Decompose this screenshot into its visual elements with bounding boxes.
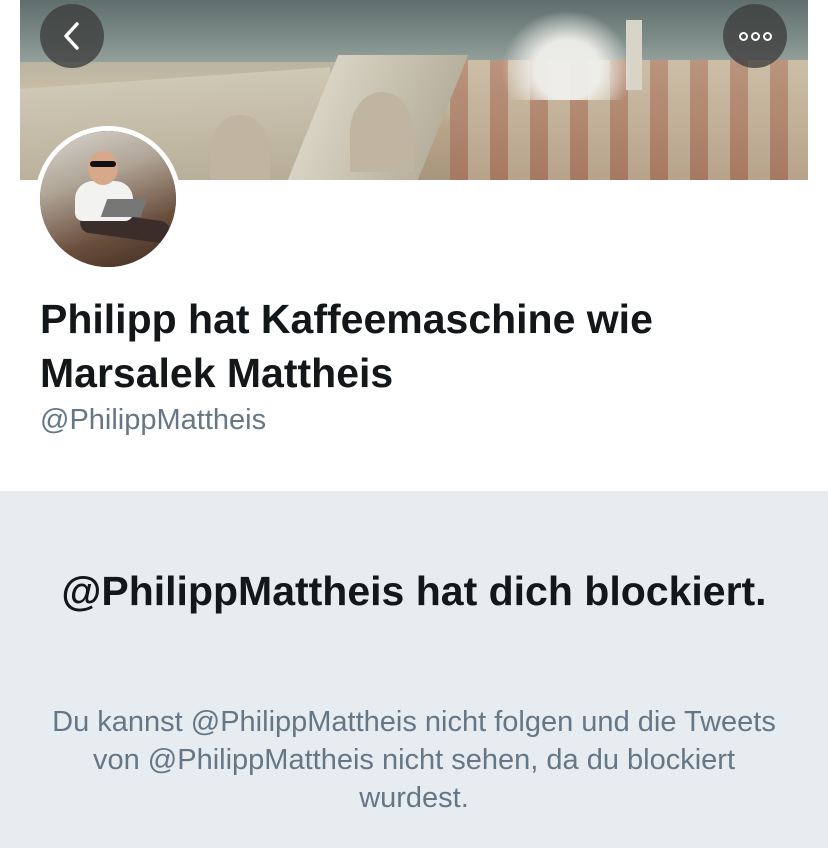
banner-chimney: [210, 115, 270, 180]
more-options-icon: [738, 31, 772, 41]
banner-gull: [490, 0, 630, 100]
chevron-left-icon: [64, 22, 79, 50]
banner-sea: [20, 0, 808, 62]
banner-chimney: [350, 92, 414, 172]
blocked-notice-title: @PhilippMattheis hat dich blockiert.: [61, 568, 767, 614]
blocked-notice-message: Du kannst @PhilippMattheis nicht folgen …: [52, 706, 776, 814]
more-options-button[interactable]: [723, 4, 787, 68]
profile-avatar[interactable]: [35, 126, 181, 272]
profile-handle: @PhilippMattheis: [40, 404, 267, 436]
profile-display-name: Philipp hat Kaffeemaschine wie Marsalek …: [40, 296, 653, 396]
back-button[interactable]: [40, 4, 104, 68]
